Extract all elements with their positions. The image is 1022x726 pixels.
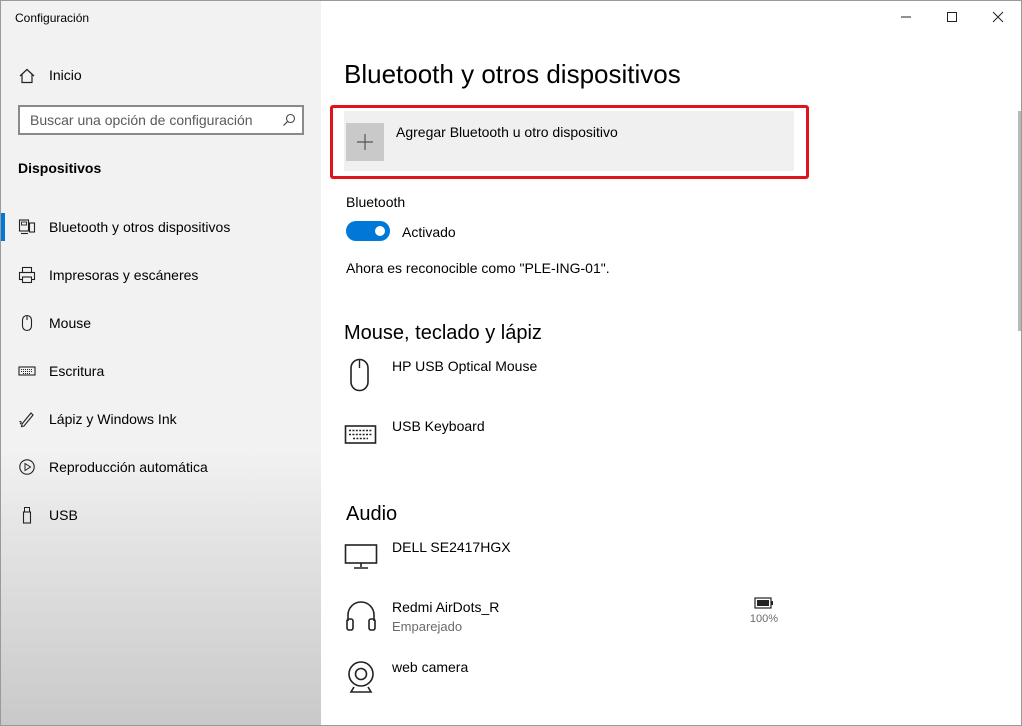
device-mouse[interactable]: HP USB Optical Mouse bbox=[344, 358, 794, 408]
device-name: web camera bbox=[392, 659, 469, 675]
mouse-icon bbox=[350, 358, 369, 392]
battery-level: 100% bbox=[749, 613, 779, 625]
device-name: HP USB Optical Mouse bbox=[392, 358, 538, 374]
page-title: Bluetooth y otros dispositivos bbox=[344, 59, 681, 89]
battery-icon bbox=[754, 597, 773, 609]
group-title-input: Mouse, teclado y lápiz bbox=[344, 322, 542, 344]
bluetooth-devices-icon bbox=[18, 219, 36, 235]
discoverable-text: Ahora es reconocible como "PLE-ING-01". bbox=[346, 260, 610, 276]
monitor-icon bbox=[344, 544, 378, 569]
device-headphones[interactable]: Redmi AirDots_R Emparejado 100% bbox=[344, 597, 794, 649]
bluetooth-toggle[interactable] bbox=[346, 221, 390, 241]
keyboard-icon bbox=[18, 366, 36, 376]
pen-icon bbox=[19, 412, 34, 428]
window-title: Configuración bbox=[15, 11, 90, 25]
device-keyboard[interactable]: USB Keyboard bbox=[344, 418, 794, 468]
add-device-button[interactable]: Agregar Bluetooth u otro dispositivo bbox=[344, 111, 794, 171]
device-webcam[interactable]: web camera bbox=[344, 659, 794, 709]
battery-indicator: 100% bbox=[744, 597, 784, 625]
main-content: Bluetooth y otros dispositivos Agregar B… bbox=[321, 1, 1021, 725]
sidebar-item-label: Mouse bbox=[49, 315, 92, 331]
sidebar-item-usb[interactable]: USB bbox=[1, 495, 321, 535]
bluetooth-label: Bluetooth bbox=[346, 194, 406, 210]
device-name: USB Keyboard bbox=[392, 418, 485, 434]
sidebar-item-label: Impresoras y escáneres bbox=[49, 267, 199, 283]
sidebar-item-bluetooth[interactable]: Bluetooth y otros dispositivos bbox=[1, 207, 321, 247]
search-box[interactable] bbox=[18, 105, 304, 135]
sidebar-item-pen[interactable]: Lápiz y Windows Ink bbox=[1, 399, 321, 439]
sidebar: Configuración Inicio Dispositivos Blueto… bbox=[1, 1, 321, 725]
device-name: Redmi AirDots_R bbox=[392, 599, 500, 615]
device-name: DELL SE2417HGX bbox=[392, 539, 511, 555]
sidebar-item-label: Reproducción automática bbox=[49, 459, 208, 475]
plus-icon bbox=[357, 134, 373, 150]
group-title-audio: Audio bbox=[346, 503, 398, 525]
sidebar-item-autoplay[interactable]: Reproducción automática bbox=[1, 447, 321, 487]
add-icon-tile bbox=[346, 123, 384, 161]
scrollbar[interactable] bbox=[1018, 111, 1021, 331]
sidebar-item-mouse[interactable]: Mouse bbox=[1, 303, 321, 343]
toggle-knob bbox=[375, 226, 385, 236]
settings-window: Configuración Inicio Dispositivos Blueto… bbox=[0, 0, 1022, 726]
sidebar-item-printers[interactable]: Impresoras y escáneres bbox=[1, 255, 321, 295]
sidebar-item-label: USB bbox=[49, 507, 78, 523]
search-icon[interactable] bbox=[282, 113, 296, 127]
printer-icon bbox=[18, 266, 36, 284]
sidebar-item-label: Bluetooth y otros dispositivos bbox=[49, 219, 231, 235]
search-input[interactable] bbox=[20, 107, 280, 133]
home-label: Inicio bbox=[49, 67, 82, 83]
sidebar-item-label: Lápiz y Windows Ink bbox=[49, 411, 177, 427]
home-nav-item[interactable]: Inicio bbox=[1, 59, 321, 91]
bluetooth-state: Activado bbox=[402, 224, 456, 240]
headphones-icon bbox=[346, 601, 376, 631]
autoplay-icon bbox=[19, 459, 35, 475]
device-status: Emparejado bbox=[392, 619, 463, 634]
device-monitor[interactable]: DELL SE2417HGX bbox=[344, 539, 794, 589]
home-icon bbox=[19, 68, 35, 84]
sidebar-item-label: Escritura bbox=[49, 363, 105, 379]
add-device-label: Agregar Bluetooth u otro dispositivo bbox=[396, 124, 618, 140]
section-title: Dispositivos bbox=[18, 160, 102, 176]
keyboard-icon bbox=[344, 425, 377, 444]
webcam-icon bbox=[348, 661, 374, 693]
usb-icon bbox=[22, 507, 32, 524]
mouse-icon bbox=[21, 314, 33, 332]
sidebar-item-typing[interactable]: Escritura bbox=[1, 351, 321, 391]
